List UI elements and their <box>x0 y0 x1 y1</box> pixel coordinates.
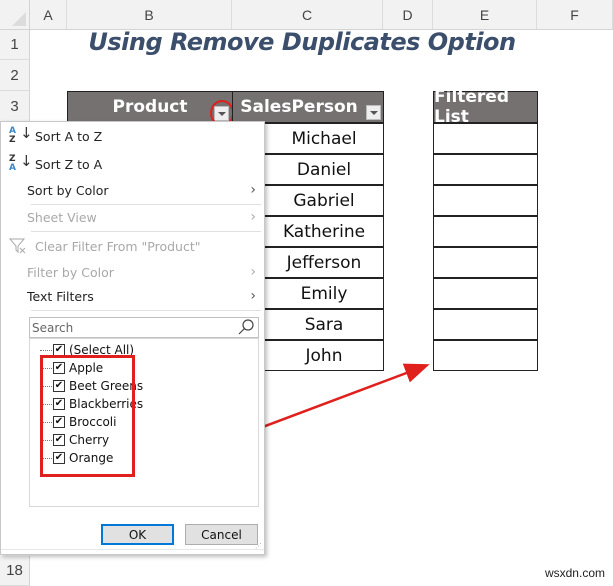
watermark: wsxdn.com <box>544 566 605 580</box>
chevron-right-icon: › <box>250 182 256 198</box>
menu-sort-z-to-a-label: Sort Z to A <box>35 156 103 172</box>
chevron-right-icon: › <box>250 288 256 304</box>
menu-sort-by-color[interactable]: Sort by Color › <box>1 178 264 202</box>
ok-button[interactable]: OK <box>101 524 174 545</box>
tree-connector <box>40 349 52 351</box>
resize-grip-icon[interactable]: ⋰ <box>255 543 262 551</box>
filter-search-input[interactable]: Search <box>29 317 259 338</box>
menu-sheet-view-label: Sheet View <box>27 209 97 225</box>
sort-ascending-icon: A Z ↓ <box>9 124 33 145</box>
clear-filter-icon <box>9 238 26 254</box>
autofilter-menu: A Z ↓ Sort A to Z Z A ↓ Sort Z to A Sort by … <box>0 121 265 555</box>
menu-sort-by-color-label: Sort by Color <box>27 182 109 198</box>
menu-filter-by-color: Filter by Color › <box>1 260 264 284</box>
chevron-right-icon: › <box>250 264 256 280</box>
menu-clear-filter-label: Clear Filter From "Product" <box>35 238 201 254</box>
cancel-button[interactable]: Cancel <box>185 524 258 545</box>
chevron-right-icon: › <box>250 209 256 225</box>
menu-sort-z-to-a[interactable]: Z A ↓ Sort Z to A <box>1 152 264 176</box>
menu-sheet-view: Sheet View › <box>1 205 264 229</box>
menu-text-filters-label: Text Filters <box>27 288 94 304</box>
menu-clear-filter: Clear Filter From "Product" <box>1 234 264 258</box>
menu-separator <box>1 549 264 550</box>
menu-sort-a-to-z-label: Sort A to Z <box>35 128 103 144</box>
sort-descending-icon: Z A ↓ <box>9 152 33 173</box>
menu-separator <box>31 231 261 232</box>
annotation-red-box <box>40 355 135 477</box>
menu-text-filters[interactable]: Text Filters › <box>1 284 264 308</box>
menu-separator <box>31 310 261 311</box>
search-icon <box>238 319 254 335</box>
menu-filter-by-color-label: Filter by Color <box>27 264 114 280</box>
filter-search-placeholder: Search <box>32 320 74 335</box>
menu-sort-a-to-z[interactable]: A Z ↓ Sort A to Z <box>1 124 264 148</box>
